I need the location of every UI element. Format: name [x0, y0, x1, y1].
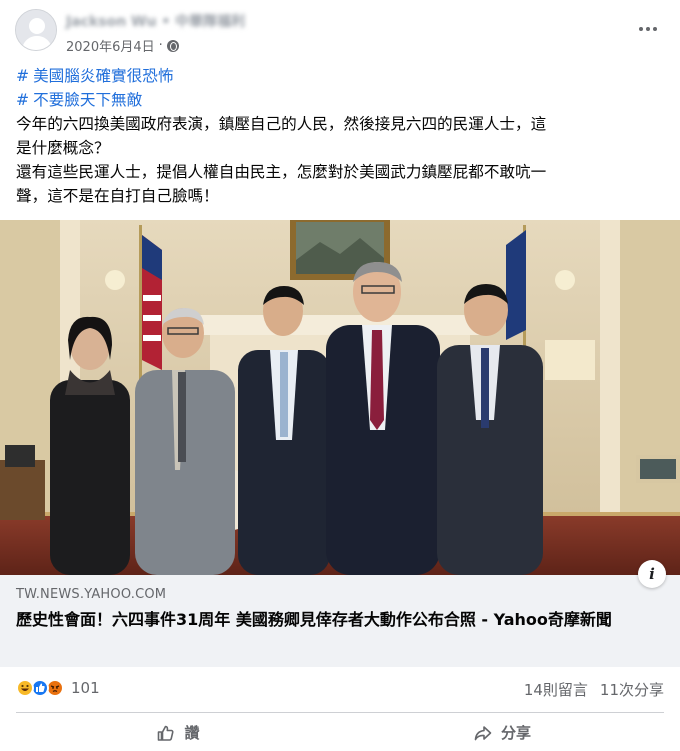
post-header: Jackson Wu • 中華隊福利 2020年6月4日 · — [0, 0, 680, 62]
post-date[interactable]: 2020年6月4日 — [66, 36, 155, 55]
link-title[interactable]: 歷史性會面！六四事件31周年 美國務卿見倖存者大動作公布合照 - Yahoo奇摩… — [16, 608, 656, 632]
post-stats: 101 14則留言 11次分享 — [0, 667, 680, 712]
info-icon[interactable]: i — [638, 560, 666, 588]
reaction-count: 101 — [71, 679, 100, 697]
post-body-line: 聲，這不是在自打自己臉嗎！ — [16, 187, 219, 205]
haha-reaction-icon — [16, 679, 34, 697]
dot-icon — [653, 27, 657, 31]
engagement-counts: 14則留言 11次分享 — [524, 679, 664, 700]
thumbs-up-icon — [158, 725, 175, 741]
post-body-line: 今年的六四換美國政府表演，鎮壓自己的人民，然後接見六四的民運人士，這 — [16, 115, 547, 133]
default-avatar-icon — [16, 10, 56, 50]
post-body-line: 還有這些民運人士，提倡人權自由民主，怎麼對於美國武力鎮壓屁都不敢吭一 — [16, 163, 547, 181]
reaction-summary[interactable]: 101 — [16, 679, 100, 697]
share-label: 分享 — [500, 724, 531, 742]
public-globe-icon — [166, 39, 179, 52]
like-button[interactable]: 讚 — [16, 714, 340, 751]
meta-separator: · — [158, 38, 163, 53]
action-bar: 讚 分享 — [16, 714, 664, 751]
shares-count[interactable]: 11次分享 — [600, 679, 664, 700]
link-preview-image[interactable] — [0, 220, 680, 575]
post-text: # 美國腦炎確實很恐怖 # 不要臉天下無敵 今年的六四換美國政府表演，鎮壓自己的人民… — [16, 64, 666, 208]
hashtag-text: 不要臉天下無敵 — [33, 91, 143, 109]
author-name[interactable]: Jackson Wu • 中華隊福利 — [66, 11, 245, 31]
more-options-button[interactable] — [630, 14, 666, 44]
hashtag-link[interactable]: # 不要臉天下無敵 — [16, 88, 666, 112]
divider — [16, 712, 664, 713]
share-arrow-icon — [474, 725, 492, 740]
hash-symbol: # — [16, 91, 30, 109]
link-preview-card[interactable]: TW.NEWS.YAHOO.COM 歷史性會面！六四事件31周年 美國務卿見倖存… — [0, 560, 680, 667]
share-button[interactable]: 分享 — [340, 714, 664, 751]
hash-symbol: # — [16, 67, 30, 85]
hashtag-text: 美國腦炎確實很恐怖 — [33, 67, 174, 85]
author-avatar[interactable] — [15, 9, 57, 51]
like-label: 讚 — [184, 724, 200, 742]
link-domain: TW.NEWS.YAHOO.COM — [16, 587, 167, 602]
post-body-line: 是什麼概念？ — [16, 139, 110, 157]
comments-count[interactable]: 14則留言 — [524, 679, 588, 700]
group-photo-illustration — [0, 220, 680, 575]
hashtag-link[interactable]: # 美國腦炎確實很恐怖 — [16, 64, 666, 88]
post-meta: 2020年6月4日 · — [66, 36, 179, 55]
dot-icon — [639, 27, 643, 31]
dot-icon — [646, 27, 650, 31]
